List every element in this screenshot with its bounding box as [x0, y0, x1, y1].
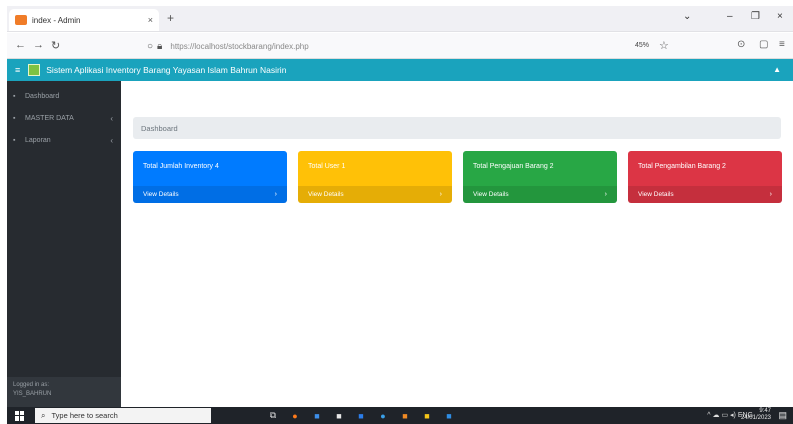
- reload-icon[interactable]: ↻: [51, 39, 60, 52]
- extensions-icon[interactable]: ▢: [759, 39, 768, 50]
- card-total-pengambilan: Total Pengambilan Barang 2 View Details …: [628, 151, 782, 203]
- favicon-icon: [15, 15, 27, 25]
- app-header: ≡ Sistem Aplikasi Inventory Barang Yayas…: [7, 59, 793, 81]
- breadcrumb: Dashboard: [133, 117, 781, 139]
- task-view-icon[interactable]: ⧉: [262, 409, 284, 422]
- bookmark-star-icon[interactable]: ☆: [659, 39, 669, 52]
- breadcrumb-item: Dashboard: [141, 123, 178, 133]
- card-footer-link[interactable]: View Details ›: [298, 186, 452, 203]
- sidebar-item-master-data[interactable]: ▪ MASTER DATA ‹: [7, 107, 121, 129]
- taskbar-clock[interactable]: 9:47 24/01/2023: [741, 408, 771, 422]
- close-window-icon[interactable]: ×: [777, 11, 783, 22]
- taskbar-apps: ⧉ ● ■ ■ ■ ● ■ ■ ■: [262, 409, 460, 422]
- menu-icon[interactable]: ≡: [779, 39, 785, 50]
- file-explorer-icon[interactable]: ■: [416, 409, 438, 422]
- card-title: Total Jumlah Inventory 4: [143, 163, 219, 170]
- browser-tab[interactable]: index - Admin ×: [9, 9, 159, 31]
- clock-time: 9:47: [759, 408, 771, 414]
- minimize-icon[interactable]: –: [727, 11, 733, 22]
- edge-icon[interactable]: ●: [372, 409, 394, 422]
- dashboard-icon: ▪: [13, 92, 16, 100]
- chevron-right-icon: ›: [274, 191, 277, 198]
- forward-icon[interactable]: →: [33, 39, 44, 51]
- chevron-right-icon: ›: [604, 191, 607, 198]
- sidebar-item-laporan[interactable]: ▪ Laporan ‹: [7, 129, 121, 151]
- sidebar-toggle-icon[interactable]: ≡: [15, 65, 20, 75]
- sidebar-item-label: MASTER DATA: [25, 114, 74, 122]
- table-icon: ▪: [13, 114, 16, 122]
- report-icon: ▪: [13, 136, 16, 144]
- xampp-icon[interactable]: ■: [394, 409, 416, 422]
- logged-in-label: Logged in as:: [13, 382, 50, 388]
- screen: index - Admin × + ⌄ – ❐ × ← → ↻ ○ 🔒︎ htt…: [7, 6, 793, 424]
- taskbar-search-input[interactable]: ⌕ Type here to search: [35, 408, 211, 423]
- notification-icon[interactable]: ▤: [778, 410, 787, 421]
- app-logo: [28, 64, 41, 76]
- windows-taskbar: ⌕ Type here to search ⧉ ● ■ ■ ■ ● ■ ■ ■ …: [7, 407, 793, 424]
- sidebar-item-dashboard[interactable]: ▪ Dashboard: [7, 85, 121, 107]
- search-placeholder: Type here to search: [51, 411, 118, 420]
- card-total-user: Total User 1 View Details ›: [298, 151, 452, 203]
- user-dropdown-icon[interactable]: ▲: [773, 65, 781, 74]
- chevron-down-icon[interactable]: ⌄: [683, 11, 691, 22]
- view-details-link[interactable]: View Details: [473, 191, 509, 198]
- maximize-icon[interactable]: ❐: [751, 11, 760, 22]
- browser-toolbar: ← → ↻ ○ 🔒︎ https://localhost/stockbarang…: [7, 33, 793, 59]
- clock-date: 24/01/2023: [740, 415, 771, 421]
- mail-icon[interactable]: ■: [306, 409, 328, 422]
- sidebar: ▪ Dashboard ▪ MASTER DATA ‹ ▪ Laporan ‹ …: [7, 81, 121, 407]
- lock-icon: 🔒︎: [157, 40, 163, 52]
- card-footer-link[interactable]: View Details ›: [133, 186, 287, 203]
- view-details-link[interactable]: View Details: [638, 191, 674, 198]
- browser-tab-strip: index - Admin × + ⌄ – ❐ ×: [7, 6, 793, 32]
- search-icon: ⌕: [41, 410, 46, 420]
- back-icon[interactable]: ←: [15, 39, 26, 51]
- logged-in-user: YIS_BAHRUN: [13, 391, 52, 397]
- shield-icon: ○: [147, 40, 154, 52]
- sidebar-footer: Logged in as: YIS_BAHRUN: [7, 377, 121, 407]
- main-content: Dashboard Total Jumlah Inventory 4 View …: [121, 81, 793, 407]
- card-total-inventory: Total Jumlah Inventory 4 View Details ›: [133, 151, 287, 203]
- card-footer-link[interactable]: View Details ›: [628, 186, 782, 203]
- firefox-icon[interactable]: ●: [284, 409, 306, 422]
- tab-title: index - Admin: [32, 15, 81, 25]
- zoom-level[interactable]: 45%: [635, 42, 649, 49]
- vscode-icon[interactable]: ■: [438, 409, 460, 422]
- outlook-icon[interactable]: ■: [350, 409, 372, 422]
- chevron-right-icon: ›: [769, 191, 772, 198]
- sidebar-item-label: Laporan: [25, 136, 51, 144]
- card-footer-link[interactable]: View Details ›: [463, 186, 617, 203]
- card-title: Total Pengajuan Barang 2: [473, 163, 554, 170]
- card-title: Total Pengambilan Barang 2: [638, 163, 726, 170]
- chevron-left-icon: ‹: [110, 135, 113, 145]
- store-icon[interactable]: ■: [328, 409, 350, 422]
- view-details-link[interactable]: View Details: [308, 191, 344, 198]
- card-title: Total User 1: [308, 163, 346, 170]
- pocket-icon[interactable]: ⊙: [737, 39, 745, 50]
- address-bar[interactable]: ○ 🔒︎ https://localhost/stockbarang/index…: [147, 37, 677, 55]
- sidebar-item-label: Dashboard: [25, 92, 60, 100]
- view-details-link[interactable]: View Details: [143, 191, 179, 198]
- url-text: https://localhost/stockbarang/index.php: [170, 41, 309, 51]
- app-title[interactable]: Sistem Aplikasi Inventory Barang Yayasan…: [46, 65, 286, 75]
- new-tab-icon[interactable]: +: [167, 11, 174, 25]
- chevron-right-icon: ›: [439, 191, 442, 198]
- chevron-left-icon: ‹: [110, 113, 113, 123]
- close-tab-icon[interactable]: ×: [148, 15, 153, 25]
- windows-start-icon[interactable]: [15, 410, 25, 421]
- card-total-pengajuan: Total Pengajuan Barang 2 View Details ›: [463, 151, 617, 203]
